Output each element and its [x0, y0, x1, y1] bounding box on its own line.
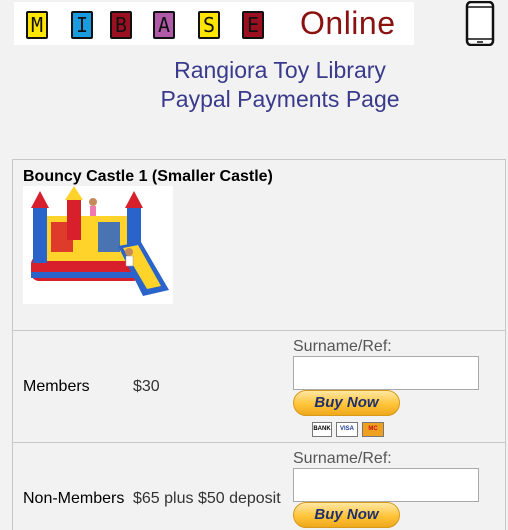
item-name: Bouncy Castle 1 (Smaller Castle) — [23, 168, 273, 185]
logo-online-text: Online — [300, 5, 396, 41]
row-divider — [12, 330, 506, 331]
surname-ref-label: Surname/Ref: — [293, 338, 392, 355]
page-title-line2: Paypal Payments Page — [160, 86, 400, 112]
non-members-label: Non-Members — [23, 490, 125, 507]
non-members-price: $65 plus $50 deposit — [133, 490, 281, 507]
non-members-buy-now-button[interactable]: Buy Now — [293, 502, 400, 528]
non-members-surname-input[interactable] — [293, 468, 479, 502]
logo-tile-s: S — [198, 11, 220, 39]
surname-ref-label: Surname/Ref: — [293, 450, 392, 467]
bank-card-icon: BANK — [312, 422, 332, 437]
logo-tile-a: A — [153, 11, 175, 39]
page-title-line1: Rangiora Toy Library — [174, 57, 386, 83]
row-divider — [12, 442, 506, 443]
logo-tile-b: B — [110, 11, 132, 39]
mobile-phone-icon[interactable] — [465, 1, 495, 46]
visa-card-icon: VISA — [336, 422, 358, 437]
logo-tile-e: E — [242, 11, 264, 39]
members-label: Members — [23, 378, 90, 395]
members-buy-now-button[interactable]: Buy Now — [293, 390, 400, 416]
members-price: $30 — [133, 378, 160, 395]
mastercard-icon: MC — [362, 422, 384, 437]
mibase-online-logo[interactable]: M I B A S E Online — [14, 2, 414, 45]
bouncy-castle-image — [23, 186, 173, 304]
members-surname-input[interactable] — [293, 356, 479, 390]
payment-cards-icon: BANK VISA MC — [312, 422, 384, 438]
logo-tile-m: M — [26, 11, 48, 39]
logo-tile-i: I — [71, 11, 93, 39]
